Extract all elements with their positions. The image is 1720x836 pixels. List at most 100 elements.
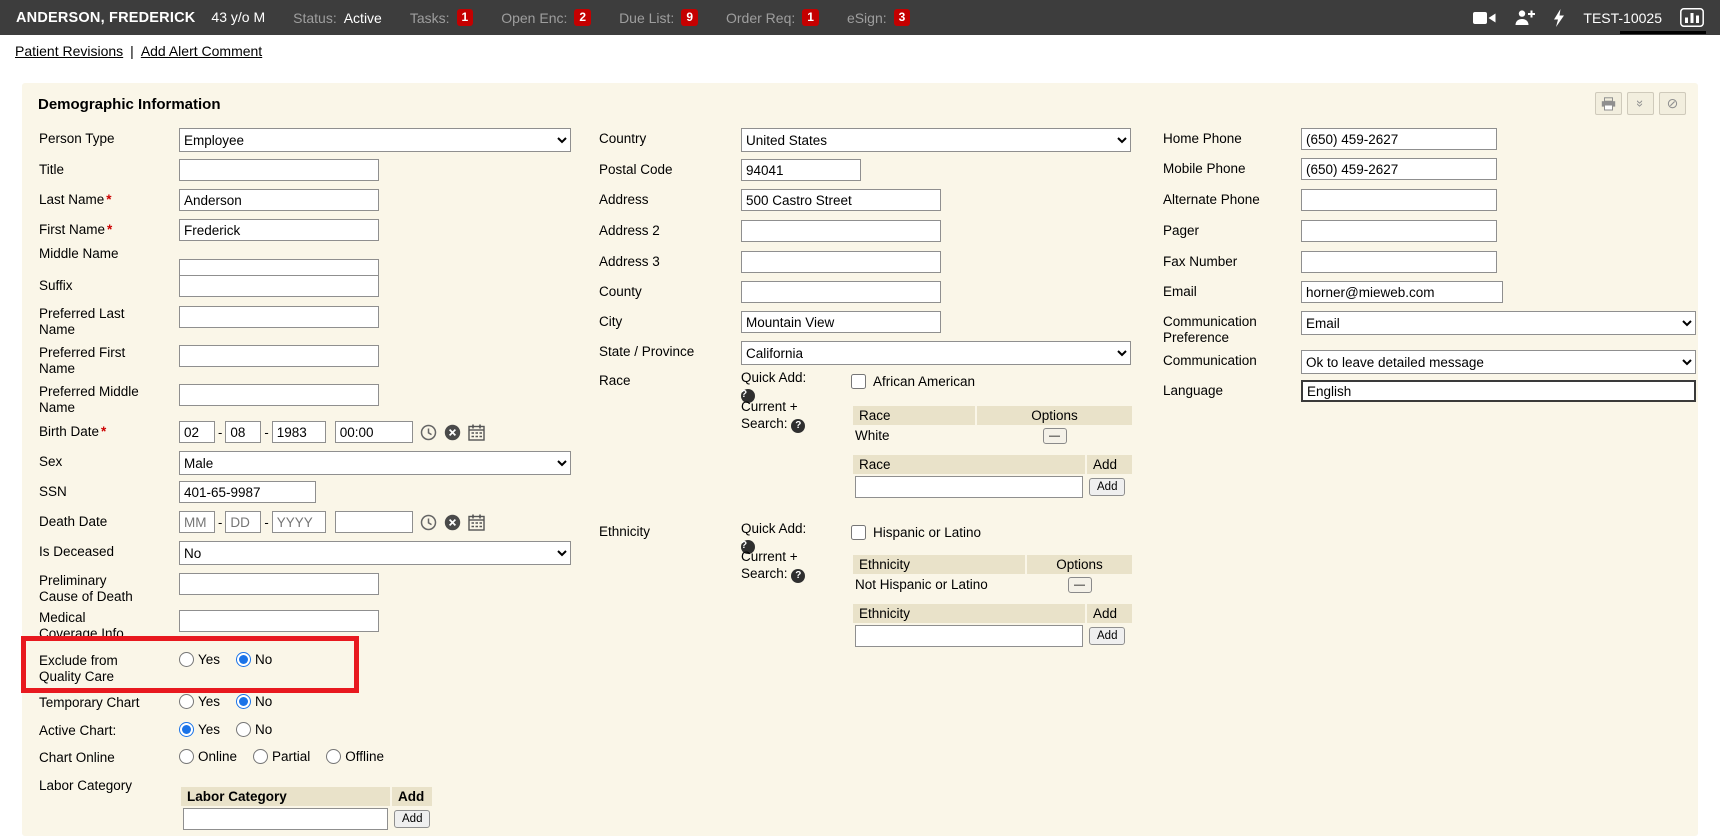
active-chart-yes[interactable]: Yes	[179, 722, 220, 737]
help-icon[interactable]: ?	[791, 419, 805, 433]
chart-online-offline[interactable]: Offline	[326, 749, 384, 764]
chart-online-partial-radio[interactable]	[253, 749, 268, 764]
death-time-clock-icon[interactable]	[420, 514, 437, 531]
labor-category-input[interactable]	[183, 808, 388, 830]
video-camera-icon[interactable]	[1473, 11, 1496, 25]
labor-category-add-button[interactable]: Add	[394, 810, 430, 828]
email-input[interactable]	[1301, 281, 1503, 303]
add-alert-comment-link[interactable]: Add Alert Comment	[141, 43, 262, 59]
temporary-chart-no-radio[interactable]	[236, 694, 251, 709]
counter-tasks[interactable]: Tasks: 1	[410, 9, 473, 26]
sex-select[interactable]: Male	[179, 451, 571, 475]
race-african-american-checkbox[interactable]	[851, 374, 866, 389]
tasks-badge[interactable]: 1	[457, 9, 474, 26]
death-day-input[interactable]	[225, 511, 261, 533]
death-date-clear-icon[interactable]	[444, 514, 461, 531]
birth-day-input[interactable]	[225, 421, 261, 443]
ethnicity-hispanic-option[interactable]: Hispanic or Latino	[851, 525, 981, 540]
state-province-select[interactable]: California	[741, 341, 1131, 365]
exclude-quality-no-radio[interactable]	[236, 652, 251, 667]
ethnicity-add-button[interactable]: Add	[1089, 627, 1125, 645]
quick-actions-lightning-icon[interactable]	[1553, 9, 1565, 27]
chart-online-offline-radio[interactable]	[326, 749, 341, 764]
counter-esign[interactable]: eSign: 3	[847, 9, 910, 26]
first-name-input[interactable]	[179, 219, 379, 241]
counter-open-enc[interactable]: Open Enc: 2	[501, 9, 591, 26]
birth-time-clock-icon[interactable]	[420, 424, 437, 441]
remove-race-button[interactable]: —	[1043, 428, 1067, 444]
preferred-middle-name-input[interactable]	[179, 384, 379, 406]
death-date-calendar-icon[interactable]	[468, 514, 485, 531]
chart-online-online[interactable]: Online	[179, 749, 237, 764]
postal-code-input[interactable]	[741, 159, 861, 181]
remove-ethnicity-button[interactable]: —	[1068, 577, 1092, 593]
mobile-phone-input[interactable]	[1301, 158, 1497, 180]
chart-online-online-radio[interactable]	[179, 749, 194, 764]
medical-coverage-input[interactable]	[179, 610, 379, 632]
patient-revisions-link[interactable]: Patient Revisions	[15, 43, 123, 59]
active-chart-no[interactable]: No	[236, 722, 272, 737]
race-add-button[interactable]: Add	[1089, 478, 1125, 496]
help-icon[interactable]: ?	[791, 569, 805, 583]
city-input[interactable]	[741, 311, 941, 333]
preferred-first-name-input[interactable]	[179, 345, 379, 367]
county-row: County	[599, 281, 941, 303]
temporary-chart-no[interactable]: No	[236, 694, 272, 709]
ethnicity-hispanic-checkbox[interactable]	[851, 525, 866, 540]
ethnicity-label-row: Ethnicity	[599, 521, 650, 540]
birth-time-input[interactable]	[335, 421, 413, 443]
preferred-last-name-input[interactable]	[179, 306, 379, 328]
country-select[interactable]: United States	[741, 128, 1131, 152]
address3-input[interactable]	[741, 251, 941, 273]
add-patient-icon[interactable]	[1514, 9, 1535, 26]
exclude-quality-no[interactable]: No	[236, 652, 272, 667]
esign-badge[interactable]: 3	[894, 9, 911, 26]
alternate-phone-input[interactable]	[1301, 189, 1497, 211]
address2-input[interactable]	[741, 220, 941, 242]
home-phone-input[interactable]	[1301, 128, 1497, 150]
pager-input[interactable]	[1301, 220, 1497, 242]
person-type-select[interactable]: Employee	[179, 128, 571, 152]
counter-order-req[interactable]: Order Req: 1	[726, 9, 819, 26]
exclude-quality-yes[interactable]: Yes	[179, 652, 220, 667]
county-input[interactable]	[741, 281, 941, 303]
is-deceased-select[interactable]: No	[179, 541, 571, 565]
exclude-quality-yes-radio[interactable]	[179, 652, 194, 667]
fax-number-input[interactable]	[1301, 251, 1497, 273]
active-chart-yes-radio[interactable]	[179, 722, 194, 737]
open-enc-badge[interactable]: 2	[574, 9, 591, 26]
chart-flowsheet-icon[interactable]	[1680, 8, 1704, 27]
temporary-chart-yes-radio[interactable]	[179, 694, 194, 709]
death-time-input[interactable]	[335, 511, 413, 533]
suffix-input[interactable]	[179, 275, 379, 297]
birth-month-input[interactable]	[179, 421, 215, 443]
disable-icon[interactable]: ⊘	[1659, 92, 1686, 115]
title-input[interactable]	[179, 159, 379, 181]
country-label: Country	[599, 128, 741, 147]
birth-date-clear-icon[interactable]	[444, 424, 461, 441]
ssn-input[interactable]	[179, 481, 316, 503]
birth-year-input[interactable]	[272, 421, 326, 443]
active-chart-no-radio[interactable]	[236, 722, 251, 737]
race-add-input[interactable]	[855, 476, 1083, 498]
birth-date-calendar-icon[interactable]	[468, 424, 485, 441]
order-req-badge[interactable]: 1	[802, 9, 819, 26]
chart-online-partial[interactable]: Partial	[253, 749, 310, 764]
preliminary-cause-input[interactable]	[179, 573, 379, 595]
race-african-american-option[interactable]: African American	[851, 374, 975, 389]
collapse-icon[interactable]: »	[1627, 92, 1654, 115]
communication-preference-select[interactable]: Email	[1301, 311, 1696, 335]
due-list-badge[interactable]: 9	[681, 9, 698, 26]
ethnicity-options-table: Ethnicity Options Not Hispanic or Latino…	[851, 554, 1134, 595]
death-month-input[interactable]	[179, 511, 215, 533]
death-year-input[interactable]	[272, 511, 326, 533]
last-name-input[interactable]	[179, 189, 379, 211]
ethnicity-add-input[interactable]	[855, 625, 1083, 647]
communication-select[interactable]: Ok to leave detailed message	[1301, 350, 1696, 374]
language-input[interactable]	[1301, 380, 1696, 402]
print-icon[interactable]	[1595, 92, 1622, 115]
address-row: Address	[599, 189, 941, 211]
temporary-chart-yes[interactable]: Yes	[179, 694, 220, 709]
address-input[interactable]	[741, 189, 941, 211]
counter-due-list[interactable]: Due List: 9	[619, 9, 698, 26]
